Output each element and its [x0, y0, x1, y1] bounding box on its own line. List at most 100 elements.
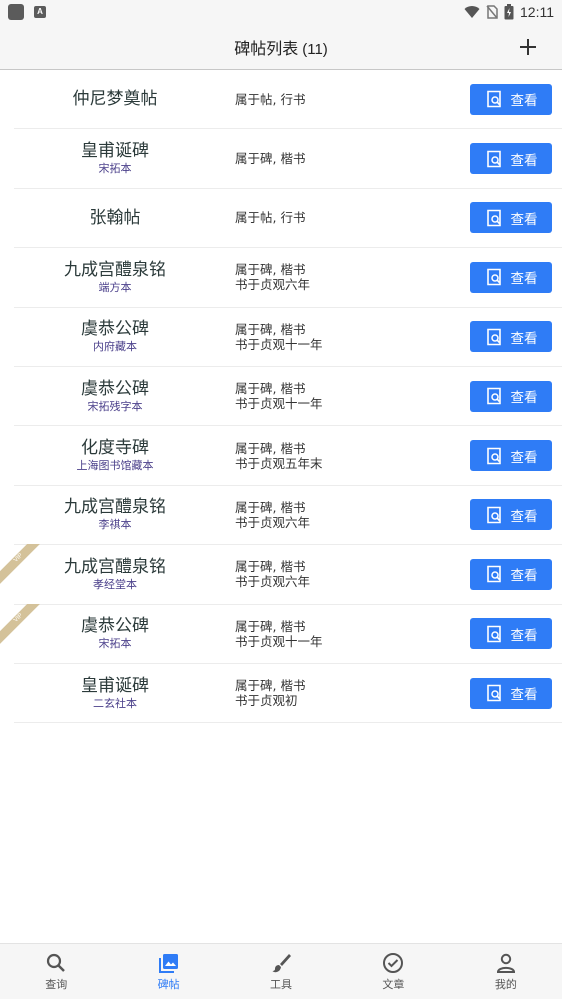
list-item: 皇甫诞碑 二玄社本 属于碑, 楷书 书于贞观初 查看 [14, 664, 562, 724]
view-doc-icon [486, 387, 501, 405]
nav-item-rubbings[interactable]: 碑帖 [112, 944, 224, 999]
list-item: 九成宫醴泉铭 李祺本 属于碑, 楷书 书于贞观六年 查看 [14, 486, 562, 546]
item-name-column: 皇甫诞碑 二玄社本 [14, 676, 216, 711]
item-version: 宋拓本 [98, 637, 132, 651]
page-title: 碑帖列表 (11) [234, 35, 328, 59]
view-button-label: 查看 [510, 271, 538, 288]
item-name: 皇甫诞碑 [81, 141, 149, 162]
list-item: 虞恭公碑 内府藏本 属于碑, 楷书 书于贞观十一年 查看 [14, 308, 562, 367]
search-icon [47, 953, 66, 972]
view-button-label: 查看 [510, 449, 538, 466]
bottom-nav: 查询 碑帖 工具 文章 我的 [0, 943, 562, 999]
view-doc-icon [486, 269, 501, 286]
item-version: 上海图书馆藏本 [76, 459, 154, 473]
title-bar: 碑帖列表 (11) [0, 24, 562, 70]
battery-icon [504, 4, 514, 20]
item-name-column: 仲尼梦奠帖 [14, 89, 216, 109]
view-button-label: 查看 [510, 93, 538, 110]
view-button[interactable]: 查看 [470, 321, 552, 353]
view-button[interactable]: 查看 [470, 558, 552, 590]
item-version: 孝经堂本 [93, 577, 137, 591]
item-name-column: 皇甫诞碑 宋拓本 [14, 141, 216, 176]
nav-label-rubbings: 碑帖 [157, 977, 180, 991]
view-button[interactable]: 查看 [470, 440, 552, 472]
list-item: VIP 虞恭公碑 宋拓本 属于碑, 楷书 书于贞观十一年 查看 [0, 603, 562, 664]
item-version: 内府藏本 [93, 340, 137, 354]
list-item: 张翰帖 属于帖, 行书 查看 [14, 189, 562, 249]
brush-icon [272, 953, 292, 972]
view-button[interactable]: 查看 [470, 618, 552, 650]
item-name-column: 虞恭公碑 宋拓本 [14, 616, 216, 651]
gallery-icon [158, 953, 178, 973]
list-item: VIP 九成宫醴泉铭 孝经堂本 属于碑, 楷书 书于贞观六年 查看 [0, 544, 562, 605]
no-sim-icon [486, 5, 498, 19]
nav-item-search[interactable]: 查询 [0, 944, 112, 999]
view-button[interactable]: 查看 [470, 143, 552, 175]
view-doc-icon [486, 209, 501, 227]
person-icon [496, 953, 515, 973]
list-item: 皇甫诞碑 宋拓本 属于碑, 楷书 查看 [14, 129, 562, 189]
item-name-column: 张翰帖 [14, 208, 216, 228]
view-button[interactable]: 查看 [470, 83, 552, 115]
view-button[interactable]: 查看 [470, 261, 552, 293]
list-item: 九成宫醴泉铭 端方本 属于碑, 楷书 书于贞观六年 查看 [14, 248, 562, 308]
item-name-column: 九成宫醴泉铭 李祺本 [14, 497, 216, 532]
status-time: 12:11 [520, 4, 554, 20]
view-button-label: 查看 [510, 508, 538, 525]
view-button-label: 查看 [510, 568, 538, 585]
nav-item-tools[interactable]: 工具 [225, 944, 337, 999]
check-circle-icon [383, 952, 404, 973]
list-item: 化度寺碑 上海图书馆藏本 属于碑, 楷书 书于贞观五年末 查看 [14, 426, 562, 486]
view-button-label: 查看 [510, 330, 538, 347]
item-name: 仲尼梦奠帖 [72, 89, 158, 110]
status-bar: A 12:11 [0, 0, 562, 24]
nav-label-profile: 我的 [494, 977, 517, 991]
item-count: (11) [302, 40, 328, 58]
a-notification-icon: A [34, 6, 46, 18]
app-notification-icon [8, 4, 24, 20]
view-button[interactable]: 查看 [470, 677, 552, 709]
view-button[interactable]: 查看 [470, 202, 552, 234]
item-name: 皇甫诞碑 [81, 675, 149, 696]
nav-item-profile[interactable]: 我的 [450, 944, 562, 999]
item-name-column: 虞恭公碑 宋拓残字本 [14, 379, 216, 414]
view-button-label: 查看 [510, 627, 538, 644]
view-doc-icon [486, 625, 501, 643]
item-name-column: 九成宫醴泉铭 孝经堂本 [14, 557, 216, 592]
view-doc-icon [486, 447, 501, 464]
item-name: 九成宫醴泉铭 [64, 497, 166, 518]
item-name: 九成宫醴泉铭 [64, 556, 166, 577]
view-doc-icon [486, 90, 501, 108]
wifi-icon [464, 6, 480, 19]
item-name: 虞恭公碑 [81, 616, 149, 637]
item-name-column: 虞恭公碑 内府藏本 [14, 319, 216, 354]
view-button[interactable]: 查看 [470, 380, 552, 412]
item-name: 化度寺碑 [81, 438, 149, 459]
view-button-label: 查看 [510, 687, 538, 704]
item-version: 李祺本 [98, 518, 132, 532]
view-button[interactable]: 查看 [470, 499, 552, 531]
item-name: 虞恭公碑 [81, 378, 149, 399]
view-button-label: 查看 [510, 390, 538, 407]
view-doc-icon [486, 328, 501, 346]
nav-label-articles: 文章 [382, 977, 405, 991]
item-name: 张翰帖 [89, 207, 141, 228]
view-doc-icon [486, 684, 501, 702]
item-version: 端方本 [98, 280, 132, 294]
nav-item-articles[interactable]: 文章 [337, 944, 449, 999]
page-title-text: 碑帖列表 [234, 38, 299, 58]
item-version: 宋拓残字本 [87, 399, 143, 413]
view-doc-icon [486, 150, 501, 167]
item-name: 虞恭公碑 [81, 319, 149, 340]
view-button-label: 查看 [510, 152, 538, 169]
nav-label-tools: 工具 [270, 977, 293, 991]
add-icon[interactable] [514, 33, 542, 61]
item-version: 二玄社本 [93, 696, 137, 710]
nav-label-search: 查询 [45, 977, 68, 991]
item-name-column: 化度寺碑 上海图书馆藏本 [14, 438, 216, 473]
item-name-column: 九成宫醴泉铭 端方本 [14, 260, 216, 295]
list-item: 虞恭公碑 宋拓残字本 属于碑, 楷书 书于贞观十一年 查看 [14, 367, 562, 427]
view-doc-icon [486, 506, 501, 524]
rubbing-list: 仲尼梦奠帖 属于帖, 行书 查看 皇甫诞碑 宋拓本 属于碑, 楷书 查看 张翰帖 属于帖, 行书… [0, 70, 562, 724]
item-name: 九成宫醴泉铭 [64, 259, 166, 280]
